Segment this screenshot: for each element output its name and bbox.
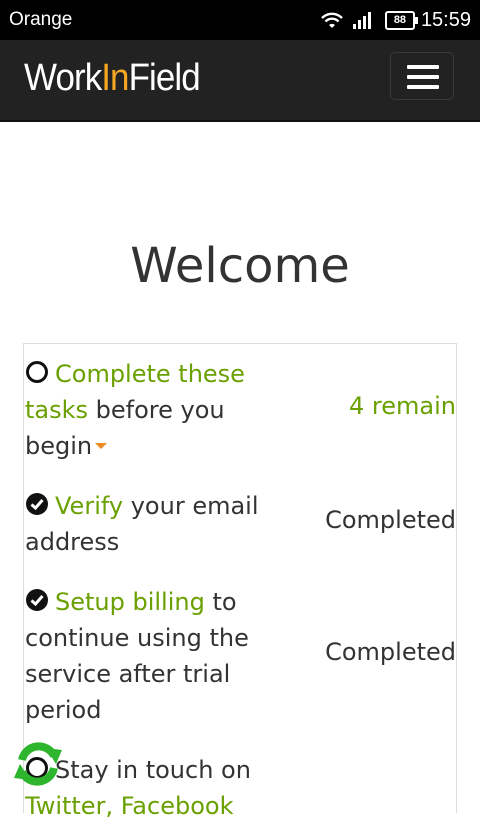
sync-icon[interactable] <box>10 736 66 792</box>
circle-open-icon <box>26 361 48 383</box>
battery-icon: 88 <box>384 10 418 30</box>
task-description: Setup billing to continue using the serv… <box>25 584 275 728</box>
onboarding-task-panel: Complete these tasks before you begin 4 … <box>23 343 457 820</box>
wifi-icon <box>321 12 343 28</box>
signal-icon <box>352 12 371 29</box>
brand-part-field: Field <box>128 57 201 99</box>
clock: 15:59 <box>420 8 471 31</box>
task-description: Verify your email address <box>25 488 275 560</box>
brand-part-work: Work <box>24 57 102 99</box>
caret-down-icon[interactable] <box>95 443 108 449</box>
page-title: Welcome <box>130 238 350 294</box>
status-completed: Completed <box>325 506 456 534</box>
brand-logo[interactable]: WorkInField <box>24 57 201 100</box>
check-circle-icon <box>26 493 48 515</box>
remaining-count[interactable]: 4 remain <box>349 392 456 420</box>
task-description: Complete these tasks before you begin <box>25 356 275 464</box>
menu-toggle-button[interactable] <box>390 52 454 100</box>
status-icons: 88 15:59 <box>320 8 471 32</box>
status-completed: Completed <box>325 638 456 666</box>
social-links[interactable]: Twitter, Facebook <box>25 792 233 820</box>
battery-level: 88 <box>393 13 407 26</box>
brand-part-in: In <box>101 57 129 99</box>
navbar: WorkInField <box>0 40 480 122</box>
verify-link[interactable]: Verify <box>55 492 123 520</box>
task-text-rest: Stay in touch on <box>55 756 251 784</box>
status-bar: Orange 88 15:59 <box>0 0 480 40</box>
check-circle-icon <box>26 589 48 611</box>
setup-billing-link[interactable]: Setup billing <box>55 588 205 616</box>
carrier-name: Orange <box>9 9 73 30</box>
